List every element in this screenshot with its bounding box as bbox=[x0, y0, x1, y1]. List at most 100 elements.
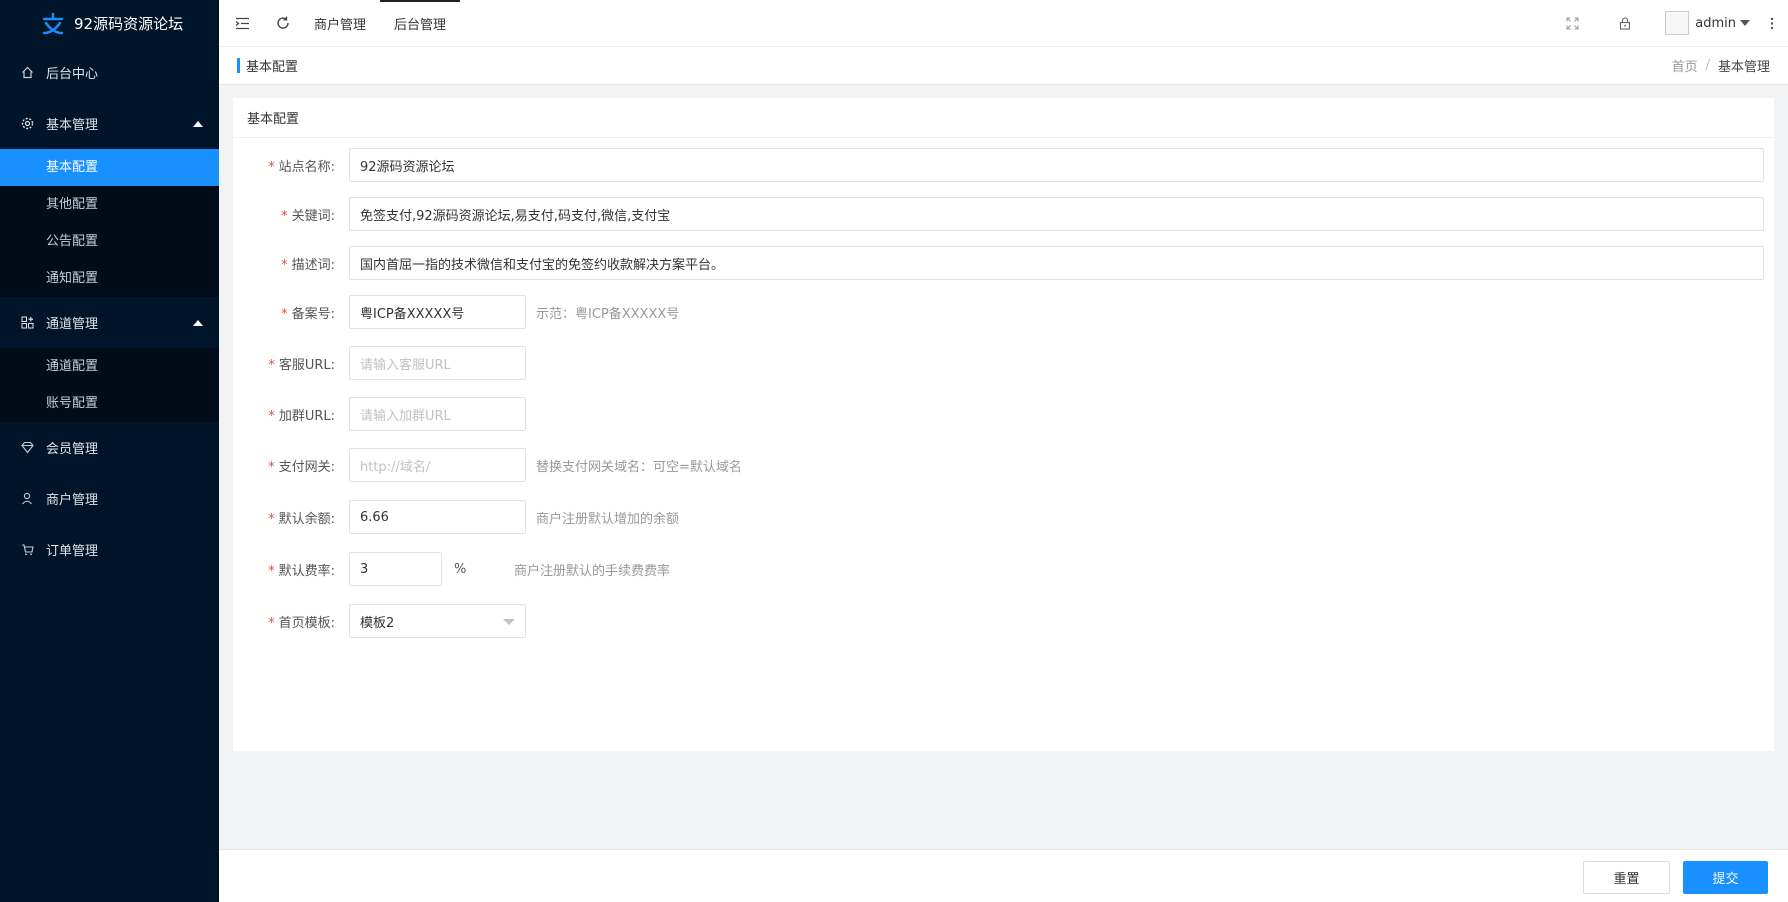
sidebar-item-channel-config[interactable]: 通道配置 bbox=[0, 348, 219, 385]
breadcrumb-separator: / bbox=[1705, 58, 1710, 73]
sidebar-submenu-channel: 通道配置 账号配置 bbox=[0, 348, 219, 422]
sidebar-item-notify-config[interactable]: 通知配置 bbox=[0, 260, 219, 297]
title-marker bbox=[237, 58, 240, 73]
logo[interactable]: 92源码资源论坛 bbox=[0, 0, 219, 47]
template-select-value: 模板2 bbox=[360, 615, 395, 631]
field-label: * 关键词: bbox=[281, 208, 335, 224]
form-row-service-url: * 客服URL: 请输入客服URL bbox=[233, 346, 1774, 380]
sidebar-group-label: 基本管理 bbox=[46, 118, 99, 133]
field-label: * 客服URL: bbox=[268, 357, 335, 373]
field-label: * 站点名称: bbox=[268, 159, 335, 175]
description-input[interactable]: 国内首屈一指的技术微信和支付宝的免签约收款解决方案平台。 bbox=[349, 246, 1764, 280]
rate-unit: % bbox=[454, 561, 467, 577]
gateway-tip: 替换支付网关域名：可空=默认域名 bbox=[536, 459, 742, 475]
rate-tip: 商户注册默认的手续费费率 bbox=[514, 563, 671, 579]
gateway-input[interactable]: http://域名/ bbox=[349, 448, 526, 482]
chevron-down-icon bbox=[503, 619, 515, 625]
breadcrumb-bar: 基本配置 首页 / 基本管理 bbox=[219, 47, 1788, 85]
page-title: 基本配置 bbox=[246, 60, 299, 75]
site-name-input[interactable]: 92源码资源论坛 bbox=[349, 148, 1764, 182]
form-row-description: * 描述词: 国内首屈一指的技术微信和支付宝的免签约收款解决方案平台。 bbox=[233, 246, 1774, 280]
apps-icon bbox=[20, 316, 34, 330]
avatar bbox=[1665, 11, 1690, 35]
lock-icon[interactable] bbox=[1599, 0, 1651, 47]
sidebar-item-basic-config[interactable]: 基本配置 bbox=[0, 149, 219, 186]
form-row-template: * 首页模板: 模板2 bbox=[233, 604, 1774, 638]
user-menu[interactable]: admin bbox=[1651, 11, 1762, 35]
user-icon bbox=[20, 492, 34, 506]
card-title: 基本配置 bbox=[233, 98, 1774, 138]
chevron-up-icon bbox=[193, 120, 203, 127]
field-label: * 加群URL: bbox=[268, 408, 335, 424]
form-row-group-url: * 加群URL: 请输入加群URL bbox=[233, 397, 1774, 431]
top-header: 商户管理 后台管理 admin bbox=[219, 0, 1788, 47]
home-icon bbox=[20, 66, 34, 80]
form-row-balance: * 默认余额: 6.66 商户注册默认增加的余额 bbox=[233, 500, 1774, 534]
rate-input[interactable]: 3 bbox=[349, 552, 442, 586]
submit-button[interactable]: 提交 bbox=[1683, 861, 1768, 894]
sidebar-group-label: 通道管理 bbox=[46, 317, 99, 332]
sidebar-submenu-basic: 基本配置 其他配置 公告配置 通知配置 bbox=[0, 149, 219, 297]
sidebar-item-other-config[interactable]: 其他配置 bbox=[0, 186, 219, 223]
field-label: * 描述词: bbox=[281, 257, 335, 273]
keywords-input[interactable]: 免签支付,92源码资源论坛,易支付,码支付,微信,支付宝 bbox=[349, 197, 1764, 231]
sidebar-item-home[interactable]: 后台中心 bbox=[0, 47, 219, 98]
field-label: * 首页模板: bbox=[268, 615, 335, 631]
field-label: * 默认余额: bbox=[268, 511, 335, 527]
gear-icon bbox=[20, 117, 34, 131]
field-label: * 备案号: bbox=[281, 306, 335, 322]
required-mark: * bbox=[268, 459, 275, 475]
form-row-gateway: * 支付网关: http://域名/ 替换支付网关域名：可空=默认域名 bbox=[233, 448, 1774, 482]
logo-icon bbox=[42, 12, 64, 34]
sidebar-item-label: 会员管理 bbox=[46, 442, 99, 457]
field-label: * 支付网关: bbox=[268, 459, 335, 475]
required-mark: * bbox=[281, 257, 288, 273]
icp-tip: 示范：粤ICP备XXXXX号 bbox=[536, 306, 680, 322]
fullscreen-icon[interactable] bbox=[1546, 0, 1599, 47]
diamond-icon bbox=[20, 441, 34, 455]
config-card: 基本配置 * 站点名称: 92源码资源论坛 * 关键词: 免签支付,92源码资源论坛… bbox=[233, 98, 1774, 751]
required-mark: * bbox=[268, 563, 275, 579]
collapse-menu-icon[interactable] bbox=[219, 0, 266, 47]
required-mark: * bbox=[268, 408, 275, 424]
sidebar-item-account-config[interactable]: 账号配置 bbox=[0, 385, 219, 422]
form-footer: 重置 提交 bbox=[219, 849, 1788, 902]
sidebar-item-label: 后台中心 bbox=[46, 67, 99, 82]
caret-down-icon bbox=[1740, 20, 1750, 26]
required-mark: * bbox=[268, 357, 275, 373]
tab-admin[interactable]: 后台管理 bbox=[380, 0, 461, 47]
tab-merchant[interactable]: 商户管理 bbox=[300, 0, 380, 47]
cart-icon bbox=[20, 543, 34, 557]
breadcrumb: 首页 / 基本管理 bbox=[1672, 56, 1788, 75]
sidebar: 92源码资源论坛 后台中心 基本管理 基本配置 其他配置 公告配置 通知配置 通… bbox=[0, 0, 219, 902]
service-url-input[interactable]: 请输入客服URL bbox=[349, 346, 526, 380]
form-row-icp: * 备案号: 粤ICP备XXXXX号 示范：粤ICP备XXXXX号 bbox=[233, 295, 1774, 329]
refresh-icon[interactable] bbox=[266, 0, 300, 47]
required-mark: * bbox=[268, 615, 275, 631]
form-row-site-name: * 站点名称: 92源码资源论坛 bbox=[233, 148, 1774, 182]
sidebar-item-order[interactable]: 订单管理 bbox=[0, 524, 219, 575]
required-mark: * bbox=[281, 208, 288, 224]
sidebar-item-merchant[interactable]: 商户管理 bbox=[0, 473, 219, 524]
reset-button[interactable]: 重置 bbox=[1583, 861, 1670, 894]
header-actions: admin bbox=[1546, 0, 1788, 47]
balance-input[interactable]: 6.66 bbox=[349, 500, 526, 534]
balance-tip: 商户注册默认增加的余额 bbox=[536, 511, 680, 527]
required-mark: * bbox=[268, 511, 275, 527]
field-label: * 默认费率: bbox=[268, 563, 335, 579]
username: admin bbox=[1695, 15, 1736, 31]
sidebar-item-label: 商户管理 bbox=[46, 493, 99, 508]
group-url-input[interactable]: 请输入加群URL bbox=[349, 397, 526, 431]
required-mark: * bbox=[281, 306, 288, 322]
breadcrumb-current: 基本管理 bbox=[1717, 60, 1770, 75]
app-title: 92源码资源论坛 bbox=[74, 15, 184, 33]
breadcrumb-home[interactable]: 首页 bbox=[1672, 56, 1698, 75]
sidebar-group-channel[interactable]: 通道管理 bbox=[0, 297, 219, 348]
sidebar-group-basic[interactable]: 基本管理 bbox=[0, 98, 219, 149]
template-select[interactable]: 模板2 bbox=[349, 604, 526, 638]
more-icon[interactable] bbox=[1762, 0, 1788, 47]
sidebar-item-member[interactable]: 会员管理 bbox=[0, 422, 219, 473]
chevron-up-icon bbox=[193, 319, 203, 326]
icp-input[interactable]: 粤ICP备XXXXX号 bbox=[349, 295, 526, 329]
sidebar-item-notice-config[interactable]: 公告配置 bbox=[0, 223, 219, 260]
